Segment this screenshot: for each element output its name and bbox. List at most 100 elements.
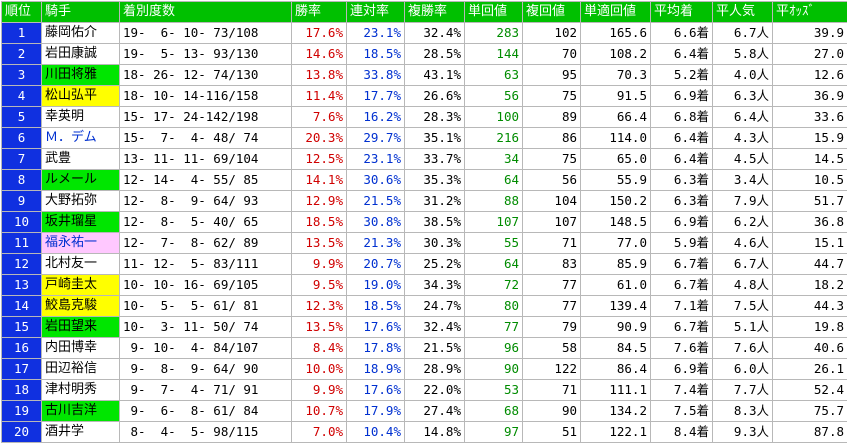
avg-odds-cell: 44.3: [773, 296, 847, 317]
avg-odds-cell: 44.7: [773, 254, 847, 275]
win-return-cell: 216: [465, 128, 523, 149]
adjusted-return-cell: 85.9: [581, 254, 651, 275]
avg-finish-cell: 8.4着: [651, 422, 713, 443]
rank-cell: 2: [2, 44, 42, 65]
jockey-name[interactable]: ルメール: [42, 170, 120, 191]
record-cell: 18- 10- 14-116/158: [120, 86, 292, 107]
avg-finish-cell: 7.5着: [651, 401, 713, 422]
jockey-name[interactable]: 岩田康誠: [42, 44, 120, 65]
jockey-name[interactable]: 北村友一: [42, 254, 120, 275]
jockey-name[interactable]: 津村明秀: [42, 380, 120, 401]
header-adjusted-return[interactable]: 単適回値: [581, 2, 651, 23]
header-rank[interactable]: 順位: [2, 2, 42, 23]
place-rate-cell: 19.0%: [347, 275, 405, 296]
adjusted-return-cell: 65.0: [581, 149, 651, 170]
show-return-cell: 71: [523, 233, 581, 254]
jockey-name[interactable]: 武豊: [42, 149, 120, 170]
rank-cell: 20: [2, 422, 42, 443]
win-return-cell: 56: [465, 86, 523, 107]
jockey-name[interactable]: Ｍ．デム: [42, 128, 120, 149]
table-row: 5幸英明15- 17- 24-142/1987.6%16.2%28.3%1008…: [2, 107, 847, 128]
record-cell: 9- 6- 8- 61/ 84: [120, 401, 292, 422]
jockey-name[interactable]: 内田博幸: [42, 338, 120, 359]
place-rate-cell: 29.7%: [347, 128, 405, 149]
rank-cell: 6: [2, 128, 42, 149]
adjusted-return-cell: 108.2: [581, 44, 651, 65]
jockey-name[interactable]: 川田将雅: [42, 65, 120, 86]
avg-popularity-cell: 4.0人: [713, 65, 773, 86]
jockey-name[interactable]: 古川吉洋: [42, 401, 120, 422]
table-row: 10坂井瑠星12- 8- 5- 40/ 6518.5%30.8%38.5%107…: [2, 212, 847, 233]
show-rate-cell: 14.8%: [405, 422, 465, 443]
header-jockey[interactable]: 騎手: [42, 2, 120, 23]
header-show-return[interactable]: 複回値: [523, 2, 581, 23]
win-rate-cell: 12.3%: [292, 296, 347, 317]
place-rate-cell: 17.7%: [347, 86, 405, 107]
show-rate-cell: 43.1%: [405, 65, 465, 86]
avg-odds-cell: 33.6: [773, 107, 847, 128]
table-row: 11福永祐一12- 7- 8- 62/ 8913.5%21.3%30.3%557…: [2, 233, 847, 254]
show-return-cell: 86: [523, 128, 581, 149]
show-rate-cell: 34.3%: [405, 275, 465, 296]
avg-popularity-cell: 8.3人: [713, 401, 773, 422]
rank-cell: 15: [2, 317, 42, 338]
show-return-cell: 79: [523, 317, 581, 338]
show-rate-cell: 26.6%: [405, 86, 465, 107]
jockey-name[interactable]: 坂井瑠星: [42, 212, 120, 233]
jockey-name[interactable]: 松山弘平: [42, 86, 120, 107]
adjusted-return-cell: 122.1: [581, 422, 651, 443]
avg-popularity-cell: 4.3人: [713, 128, 773, 149]
adjusted-return-cell: 148.5: [581, 212, 651, 233]
avg-odds-cell: 36.8: [773, 212, 847, 233]
header-avg-finish[interactable]: 平均着: [651, 2, 713, 23]
avg-odds-cell: 18.2: [773, 275, 847, 296]
jockey-name[interactable]: 戸崎圭太: [42, 275, 120, 296]
header-avg-odds[interactable]: 平ｵｯｽﾞ: [773, 2, 847, 23]
rank-cell: 3: [2, 65, 42, 86]
jockey-name[interactable]: 福永祐一: [42, 233, 120, 254]
record-cell: 12- 14- 4- 55/ 85: [120, 170, 292, 191]
adjusted-return-cell: 91.5: [581, 86, 651, 107]
header-show-rate[interactable]: 複勝率: [405, 2, 465, 23]
header-avg-popularity[interactable]: 平人気: [713, 2, 773, 23]
adjusted-return-cell: 61.0: [581, 275, 651, 296]
rank-cell: 19: [2, 401, 42, 422]
avg-popularity-cell: 7.5人: [713, 296, 773, 317]
jockey-name[interactable]: 鮫島克駿: [42, 296, 120, 317]
show-rate-cell: 38.5%: [405, 212, 465, 233]
show-return-cell: 51: [523, 422, 581, 443]
rank-cell: 13: [2, 275, 42, 296]
place-rate-cell: 30.6%: [347, 170, 405, 191]
jockey-name[interactable]: 大野拓弥: [42, 191, 120, 212]
header-win-return[interactable]: 単回値: [465, 2, 523, 23]
table-row: 3川田将雅18- 26- 12- 74/13013.8%33.8%43.1%63…: [2, 65, 847, 86]
record-cell: 9- 8- 9- 64/ 90: [120, 359, 292, 380]
avg-finish-cell: 6.3着: [651, 191, 713, 212]
avg-finish-cell: 6.9着: [651, 212, 713, 233]
show-rate-cell: 27.4%: [405, 401, 465, 422]
win-rate-cell: 12.5%: [292, 149, 347, 170]
win-return-cell: 55: [465, 233, 523, 254]
show-return-cell: 104: [523, 191, 581, 212]
avg-odds-cell: 52.4: [773, 380, 847, 401]
avg-finish-cell: 6.7着: [651, 254, 713, 275]
jockey-name[interactable]: 幸英明: [42, 107, 120, 128]
adjusted-return-cell: 134.2: [581, 401, 651, 422]
show-rate-cell: 33.7%: [405, 149, 465, 170]
header-win-rate[interactable]: 勝率: [292, 2, 347, 23]
jockey-name[interactable]: 酒井学: [42, 422, 120, 443]
jockey-name[interactable]: 藤岡佑介: [42, 23, 120, 44]
header-record[interactable]: 着別度数: [120, 2, 292, 23]
win-rate-cell: 9.5%: [292, 275, 347, 296]
header-place-rate[interactable]: 連対率: [347, 2, 405, 23]
table-row: 13戸崎圭太10- 10- 16- 69/1059.5%19.0%34.3%72…: [2, 275, 847, 296]
avg-popularity-cell: 6.7人: [713, 23, 773, 44]
rank-cell: 4: [2, 86, 42, 107]
jockey-name[interactable]: 岩田望来: [42, 317, 120, 338]
table-row: 8ルメール12- 14- 4- 55/ 8514.1%30.6%35.3%645…: [2, 170, 847, 191]
jockey-name[interactable]: 田辺裕信: [42, 359, 120, 380]
table-row: 1藤岡佑介19- 6- 10- 73/10817.6%23.1%32.4%283…: [2, 23, 847, 44]
show-rate-cell: 28.5%: [405, 44, 465, 65]
win-rate-cell: 20.3%: [292, 128, 347, 149]
table-row: 17田辺裕信 9- 8- 9- 64/ 9010.0%18.9%28.9%901…: [2, 359, 847, 380]
